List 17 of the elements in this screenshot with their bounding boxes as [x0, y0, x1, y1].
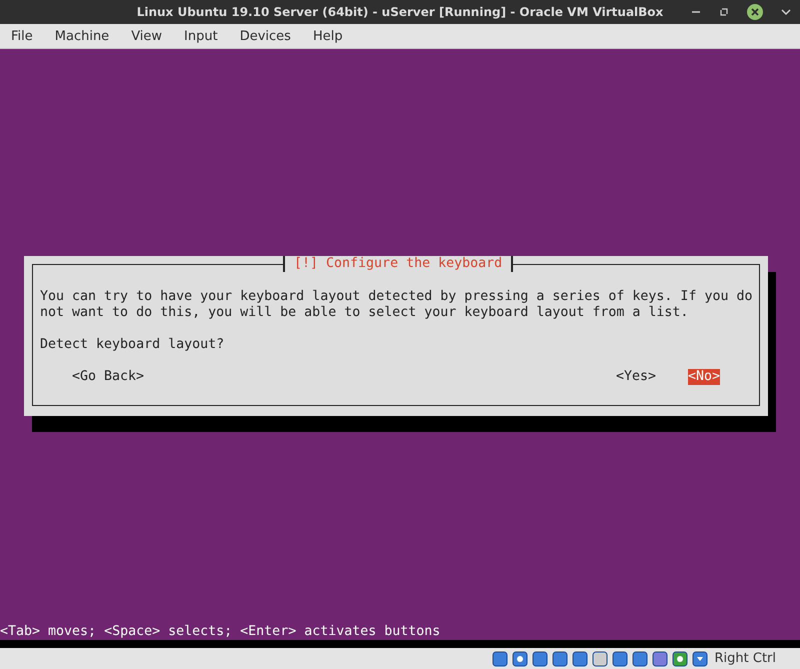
dialog-button[interactable]: <Go Back>	[72, 369, 144, 385]
menu-item[interactable]: File	[11, 28, 33, 44]
key-hint: <Tab> moves; <Space> selects; <Enter> activates buttons	[0, 624, 442, 640]
menu-item[interactable]: Help	[312, 28, 343, 44]
menu-item[interactable]: View	[131, 28, 162, 44]
dialog-question: Detect keyboard layout?	[40, 337, 226, 353]
menu-item[interactable]: Devices	[240, 28, 291, 44]
menu-item[interactable]: Input	[184, 28, 218, 44]
dialog-button[interactable]: <Yes>	[616, 369, 656, 385]
close-icon[interactable]	[746, 3, 764, 21]
dialog-title: [!] Configure the keyboard	[283, 256, 514, 272]
dialog-button[interactable]: <No>	[688, 369, 720, 385]
host-key-label: Right Ctrl	[714, 651, 776, 666]
window-title: Linux Ubuntu 19.10 Server (64bit) - uServer [Running] - Oracle VM VirtualBox	[136, 5, 664, 19]
dialog-message: You can try to have your keyboard layout detected by pressing a series of keys. If you do not want to do this, you will be able to select your keyboard layout from a list.	[40, 289, 754, 321]
restore-icon[interactable]	[718, 6, 730, 18]
menu-item[interactable]: Machine	[54, 28, 110, 44]
